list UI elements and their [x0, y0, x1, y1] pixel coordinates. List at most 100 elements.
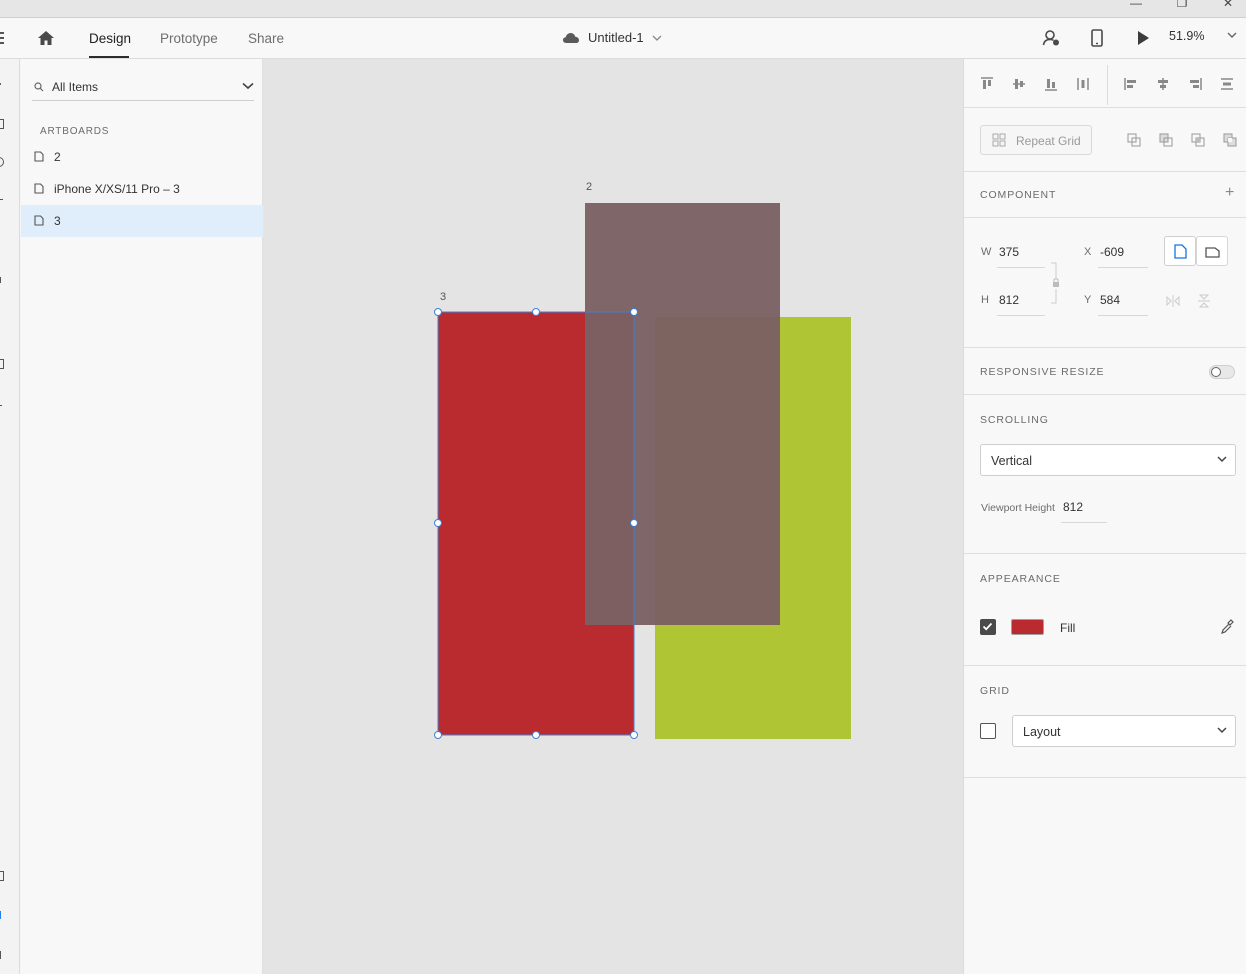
tool-artboard-icon[interactable]: [0, 359, 4, 369]
layers-icon[interactable]: [0, 911, 1, 919]
grid-type-value: Layout: [1023, 725, 1061, 739]
design-canvas[interactable]: 2 3: [263, 59, 963, 974]
fill-checkbox[interactable]: [980, 619, 996, 635]
tool-zoom-icon[interactable]: [0, 405, 2, 410]
divider: [964, 553, 1246, 554]
layers-panel: All Items ARTBOARDS 2 iPhone X/XS/11 Pro…: [21, 59, 263, 974]
width-label: W: [981, 246, 992, 258]
viewport-height-underline: [1061, 522, 1107, 523]
window-titlebar: — ❐ ✕: [0, 0, 1246, 18]
align-bottom-icon[interactable]: [1044, 77, 1058, 91]
width-underline: [997, 267, 1045, 268]
repeat-grid-label: Repeat Grid: [1016, 134, 1081, 148]
responsive-resize-title: RESPONSIVE RESIZE: [980, 366, 1105, 378]
component-section-title: COMPONENT: [980, 189, 1057, 201]
portrait-button[interactable]: [1164, 236, 1196, 266]
tool-ellipse-icon[interactable]: [0, 157, 4, 167]
scrolling-section-title: SCROLLING: [980, 414, 1049, 426]
landscape-button[interactable]: [1196, 236, 1228, 266]
grid-checkbox[interactable]: [980, 723, 996, 739]
artboard-2-title[interactable]: 2: [586, 181, 592, 193]
align-left-icon[interactable]: [1124, 77, 1138, 91]
divider: [964, 777, 1246, 778]
artboards-section-title: ARTBOARDS: [40, 126, 110, 137]
eyedropper-icon[interactable]: [1220, 619, 1234, 635]
share-user-icon[interactable]: [1042, 29, 1060, 47]
tool-rectangle-icon[interactable]: [0, 119, 4, 129]
align-middle-icon[interactable]: [1012, 77, 1026, 91]
artboard-icon: [34, 151, 44, 162]
boolean-subtract-icon[interactable]: [1159, 133, 1173, 147]
boolean-intersect-icon[interactable]: [1191, 133, 1205, 147]
search-icon: [34, 82, 44, 92]
artboard-3-title[interactable]: 3: [440, 291, 446, 303]
viewport-height-label: Viewport Height: [981, 502, 1055, 514]
tool-select-icon[interactable]: [0, 83, 1, 85]
tab-design[interactable]: Design: [89, 31, 131, 46]
add-component-button[interactable]: +: [1225, 184, 1234, 202]
y-label: Y: [1084, 294, 1092, 306]
lock-aspect-icon[interactable]: [1049, 261, 1063, 305]
minimize-icon[interactable]: —: [1121, 0, 1151, 10]
assets-icon[interactable]: [0, 871, 4, 881]
align-top-icon[interactable]: [980, 77, 994, 91]
chevron-down-icon[interactable]: [242, 82, 254, 90]
tab-prototype[interactable]: Prototype: [160, 31, 218, 46]
scrolling-value: Vertical: [991, 454, 1032, 468]
tab-share[interactable]: Share: [248, 31, 284, 46]
boolean-add-icon[interactable]: [1127, 133, 1141, 147]
boolean-exclude-icon[interactable]: [1223, 133, 1237, 147]
y-input[interactable]: 584: [1100, 293, 1120, 307]
align-divider: [1107, 65, 1108, 105]
responsive-resize-toggle[interactable]: [1209, 365, 1235, 379]
width-input[interactable]: 375: [999, 245, 1019, 259]
grid-type-select[interactable]: Layout: [1012, 715, 1236, 747]
top-toolbar: Design Prototype Share Untitled-1 51.9%: [0, 18, 1246, 59]
repeat-grid-button[interactable]: Repeat Grid: [980, 125, 1092, 155]
flip-vertical-icon[interactable]: [1198, 294, 1210, 308]
viewport-height-input[interactable]: 812: [1063, 500, 1083, 514]
layer-item-artboard-2[interactable]: 2: [21, 141, 263, 173]
active-tab-underline: [89, 56, 129, 58]
artboard-icon: [34, 183, 44, 194]
distribute-horizontal-icon[interactable]: [1220, 77, 1234, 91]
tool-polygon-icon[interactable]: [0, 199, 3, 205]
zoom-chevron-icon[interactable]: [1227, 32, 1237, 39]
layers-filter-label: All Items: [52, 80, 99, 94]
height-underline: [997, 315, 1045, 316]
restore-icon[interactable]: ❐: [1167, 0, 1197, 10]
document-title-dropdown[interactable]: Untitled-1: [562, 30, 662, 45]
chevron-down-icon: [1217, 456, 1227, 463]
artboard-2[interactable]: [585, 203, 780, 625]
play-icon[interactable]: [1134, 29, 1152, 47]
layers-filter[interactable]: All Items: [32, 73, 254, 101]
hamburger-menu-icon[interactable]: [0, 32, 4, 44]
layer-item-label: 2: [54, 150, 61, 164]
zoom-level[interactable]: 51.9%: [1169, 29, 1204, 43]
home-icon[interactable]: [37, 29, 55, 47]
align-center-icon[interactable]: [1156, 77, 1170, 91]
flip-horizontal-icon[interactable]: [1166, 295, 1180, 307]
appearance-section-title: APPEARANCE: [980, 573, 1061, 585]
x-input[interactable]: -609: [1100, 245, 1124, 259]
portrait-icon: [1174, 244, 1187, 259]
layer-item-artboard-iphone[interactable]: iPhone X/XS/11 Pro – 3: [21, 173, 263, 205]
plugins-icon[interactable]: [0, 951, 1, 959]
divider: [964, 665, 1246, 666]
close-icon[interactable]: ✕: [1213, 0, 1243, 10]
scrolling-select[interactable]: Vertical: [980, 444, 1236, 476]
fill-color-swatch[interactable]: [1011, 619, 1044, 635]
distribute-vertical-icon[interactable]: [1076, 77, 1090, 91]
layer-item-artboard-3[interactable]: 3: [21, 205, 263, 237]
landscape-icon: [1205, 247, 1220, 258]
tool-pen-icon[interactable]: [0, 277, 1, 283]
tool-strip: [0, 59, 20, 974]
height-input[interactable]: 812: [999, 293, 1019, 307]
fill-label: Fill: [1060, 621, 1076, 635]
chevron-down-icon: [1217, 727, 1227, 734]
align-right-icon[interactable]: [1188, 77, 1202, 91]
device-preview-icon[interactable]: [1088, 29, 1106, 47]
cloud-icon: [563, 32, 579, 43]
divider: [964, 217, 1246, 218]
divider: [964, 107, 1246, 108]
